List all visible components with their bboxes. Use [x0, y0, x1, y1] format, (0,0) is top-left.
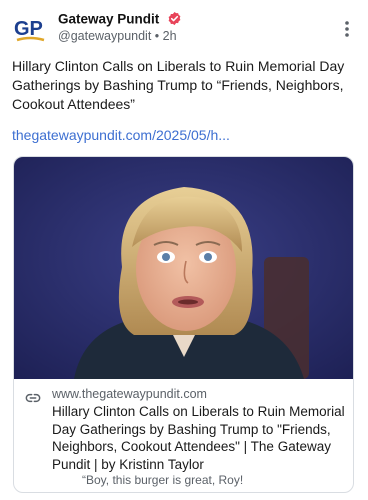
card-description: “Boy, this burger is great, Roy!	[82, 473, 244, 487]
avatar-text: GP	[14, 18, 43, 40]
gateway-pundit-logo: GP	[14, 18, 45, 42]
link-icon	[25, 390, 41, 406]
post-text: Hillary Clinton Calls on Liberals to Rui…	[12, 58, 345, 112]
post-link[interactable]: thegatewaypundit.com/2025/05/h...	[12, 126, 352, 145]
card-image[interactable]	[14, 157, 353, 379]
verified-badge-icon	[167, 11, 182, 26]
author-name-row: Gateway Pundit	[58, 10, 182, 28]
more-options-button[interactable]	[338, 18, 356, 40]
post-container: GP Gateway Pundit @gatewaypundit • 2h Hi…	[0, 0, 368, 500]
link-preview-card[interactable]: www.thegatewaypundit.com Hillary Clinton…	[13, 156, 354, 493]
card-title: Hillary Clinton Calls on Liberals to Rui…	[52, 404, 345, 472]
card-body: www.thegatewaypundit.com Hillary Clinton…	[14, 379, 353, 492]
more-vertical-icon	[345, 21, 349, 37]
meta-separator: •	[154, 29, 160, 43]
author-handle[interactable]: @gatewaypundit	[58, 29, 151, 43]
card-photo	[14, 157, 353, 379]
post-time[interactable]: 2h	[163, 29, 177, 43]
post-header: GP Gateway Pundit @gatewaypundit • 2h	[12, 10, 356, 50]
author-display-name[interactable]: Gateway Pundit	[58, 11, 159, 26]
author-meta: @gatewaypundit • 2h	[58, 29, 177, 43]
avatar[interactable]: GP	[12, 10, 48, 46]
card-domain: www.thegatewaypundit.com	[52, 387, 207, 401]
